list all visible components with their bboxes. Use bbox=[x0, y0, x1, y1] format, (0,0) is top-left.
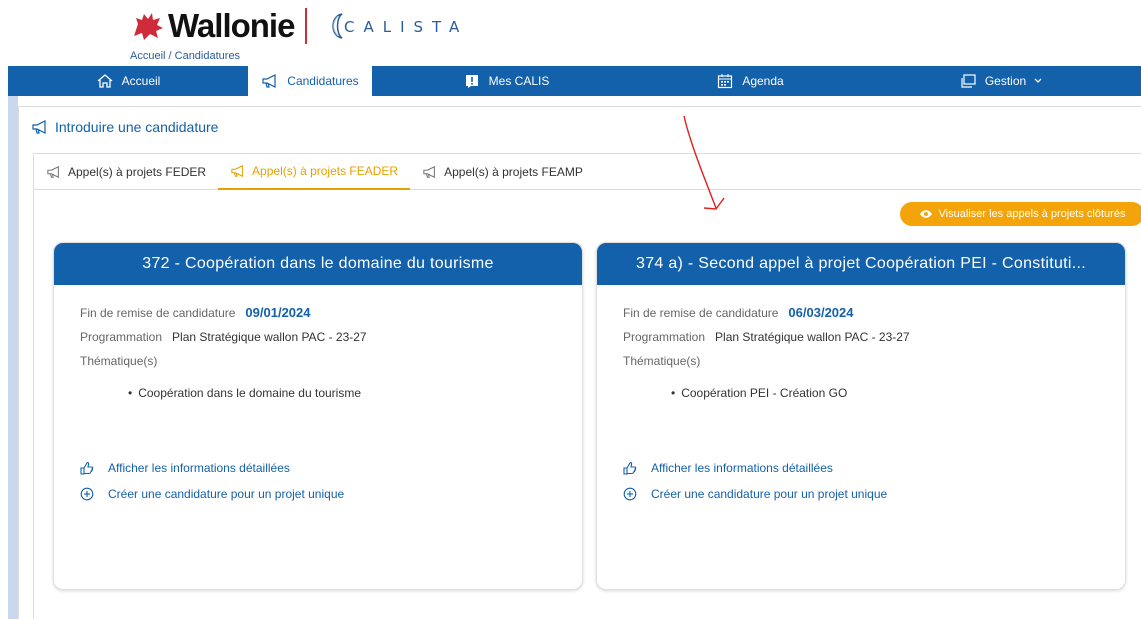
show-details-link[interactable]: Afficher les informations détaillées bbox=[80, 461, 344, 475]
card-body: Fin de remise de candidature 06/03/2024 … bbox=[597, 285, 1125, 501]
megaphone-icon bbox=[47, 165, 59, 179]
card-title-text: 372 - Coopération dans le domaine du tou… bbox=[142, 255, 494, 272]
programming-row: Programmation Plan Stratégique wallon PA… bbox=[80, 330, 556, 344]
show-details-link[interactable]: Afficher les informations détaillées bbox=[623, 461, 887, 475]
nav-item-label: Candidatures bbox=[287, 74, 359, 88]
brand-name: Wallonie bbox=[168, 7, 295, 44]
programming-value: Plan Stratégique wallon PAC - 23-27 bbox=[715, 330, 910, 344]
card-links: Afficher les informations détaillées Cré… bbox=[80, 461, 344, 513]
megaphone-icon bbox=[262, 74, 276, 88]
panel-title-text: Introduire une candidature bbox=[55, 119, 219, 135]
theme-item: Coopération dans le domaine du tourisme bbox=[128, 386, 556, 400]
themes-row: Thématique(s) bbox=[80, 354, 556, 368]
tab-feder[interactable]: Appel(s) à projets FEDER bbox=[34, 154, 218, 190]
nav-item-accueil[interactable]: Accueil bbox=[8, 66, 248, 96]
themes-row: Thématique(s) bbox=[623, 354, 1099, 368]
megaphone-icon bbox=[32, 120, 46, 134]
calendar-icon bbox=[718, 74, 733, 89]
nav-item-gestion[interactable]: Gestion bbox=[860, 66, 1141, 96]
themes-list: Coopération dans le domaine du tourisme bbox=[128, 386, 556, 400]
show-details-label: Afficher les informations détaillées bbox=[108, 461, 290, 475]
wallonie-logo[interactable]: Wallonie bbox=[130, 6, 295, 46]
card-title-text: 374 a) - Second appel à projet Coopérati… bbox=[636, 255, 1086, 272]
create-application-label: Créer une candidature pour un projet uni… bbox=[108, 487, 345, 501]
create-application-link[interactable]: Créer une candidature pour un projet uni… bbox=[80, 487, 344, 501]
programming-label: Programmation bbox=[623, 330, 706, 344]
deadline-row: Fin de remise de candidature 06/03/2024 bbox=[623, 305, 1099, 320]
left-sidebar-strip bbox=[8, 96, 18, 619]
nav-item-candidatures[interactable]: Candidatures bbox=[248, 66, 372, 96]
main-navbar: Accueil Candidatures Mes CALIS Agenda Ge… bbox=[8, 66, 1141, 96]
pointing-hand-icon bbox=[623, 462, 637, 475]
deadline-value: 09/01/2024 bbox=[245, 305, 311, 320]
nav-item-label: Agenda bbox=[742, 74, 784, 88]
themes-list: Coopération PEI - Création GO bbox=[671, 386, 1099, 400]
programming-label: Programmation bbox=[80, 330, 163, 344]
plus-circle-icon bbox=[623, 487, 637, 501]
deadline-row: Fin de remise de candidature 09/01/2024 bbox=[80, 305, 556, 320]
tab-label: Appel(s) à projets FEAMP bbox=[444, 165, 583, 179]
alert-box-icon bbox=[465, 75, 478, 88]
themes-label: Thématique(s) bbox=[623, 354, 701, 368]
tab-feamp[interactable]: Appel(s) à projets FEAMP bbox=[410, 154, 595, 190]
nav-item-mes-calis[interactable]: Mes CALIS bbox=[372, 66, 640, 96]
card-title: 374 a) - Second appel à projet Coopérati… bbox=[597, 243, 1125, 285]
create-application-label: Créer une candidature pour un projet uni… bbox=[651, 487, 888, 501]
tabs-container: Appel(s) à projets FEDER Appel(s) à proj… bbox=[33, 153, 1141, 619]
app-name: CALISTA bbox=[344, 18, 469, 36]
programming-row: Programmation Plan Stratégique wallon PA… bbox=[623, 330, 1099, 344]
call-card: 372 - Coopération dans le domaine du tou… bbox=[53, 242, 583, 590]
tab-feader[interactable]: Appel(s) à projets FEADER bbox=[218, 154, 411, 190]
card-body: Fin de remise de candidature 09/01/2024 … bbox=[54, 285, 582, 501]
card-title: 372 - Coopération dans le domaine du tou… bbox=[54, 243, 582, 285]
home-icon bbox=[97, 74, 113, 88]
windows-icon bbox=[961, 74, 976, 88]
panel-title: Introduire une candidature bbox=[31, 119, 218, 135]
logo-separator bbox=[305, 8, 307, 44]
tab-bar: Appel(s) à projets FEDER Appel(s) à proj… bbox=[34, 154, 1141, 190]
theme-item: Coopération PEI - Création GO bbox=[671, 386, 1099, 400]
breadcrumb[interactable]: Accueil / Candidatures bbox=[130, 50, 240, 62]
call-card: 374 a) - Second appel à projet Coopérati… bbox=[596, 242, 1126, 590]
pointing-hand-icon bbox=[80, 462, 94, 475]
plus-circle-icon bbox=[80, 487, 94, 501]
themes-label: Thématique(s) bbox=[80, 354, 158, 368]
megaphone-icon bbox=[231, 164, 243, 178]
deadline-value: 06/03/2024 bbox=[788, 305, 854, 320]
app-header: Wallonie CALISTA Accueil / Candidatures bbox=[0, 0, 1141, 66]
megaphone-icon bbox=[423, 165, 436, 179]
show-details-label: Afficher les informations détaillées bbox=[651, 461, 833, 475]
chevron-down-icon bbox=[1034, 78, 1042, 83]
programming-value: Plan Stratégique wallon PAC - 23-27 bbox=[172, 330, 367, 344]
main-panel: Introduire une candidature Appel(s) à pr… bbox=[18, 106, 1141, 619]
tab-label: Appel(s) à projets FEADER bbox=[252, 164, 399, 178]
nav-item-label: Accueil bbox=[121, 74, 161, 88]
card-links: Afficher les informations détaillées Cré… bbox=[623, 461, 887, 513]
view-closed-calls-label: Visualiser les appels à projets clôturés bbox=[938, 208, 1126, 220]
nav-item-label: Gestion bbox=[984, 74, 1027, 88]
nav-item-label: Mes CALIS bbox=[488, 74, 550, 88]
deadline-label: Fin de remise de candidature bbox=[623, 306, 779, 320]
view-closed-calls-button[interactable]: Visualiser les appels à projets clôturés bbox=[900, 202, 1141, 226]
create-application-link[interactable]: Créer une candidature pour un projet uni… bbox=[623, 487, 887, 501]
tab-label: Appel(s) à projets FEDER bbox=[68, 165, 207, 179]
deadline-label: Fin de remise de candidature bbox=[80, 306, 236, 320]
nav-item-agenda[interactable]: Agenda bbox=[640, 66, 860, 96]
eye-icon bbox=[919, 210, 932, 218]
rooster-icon bbox=[134, 13, 163, 40]
